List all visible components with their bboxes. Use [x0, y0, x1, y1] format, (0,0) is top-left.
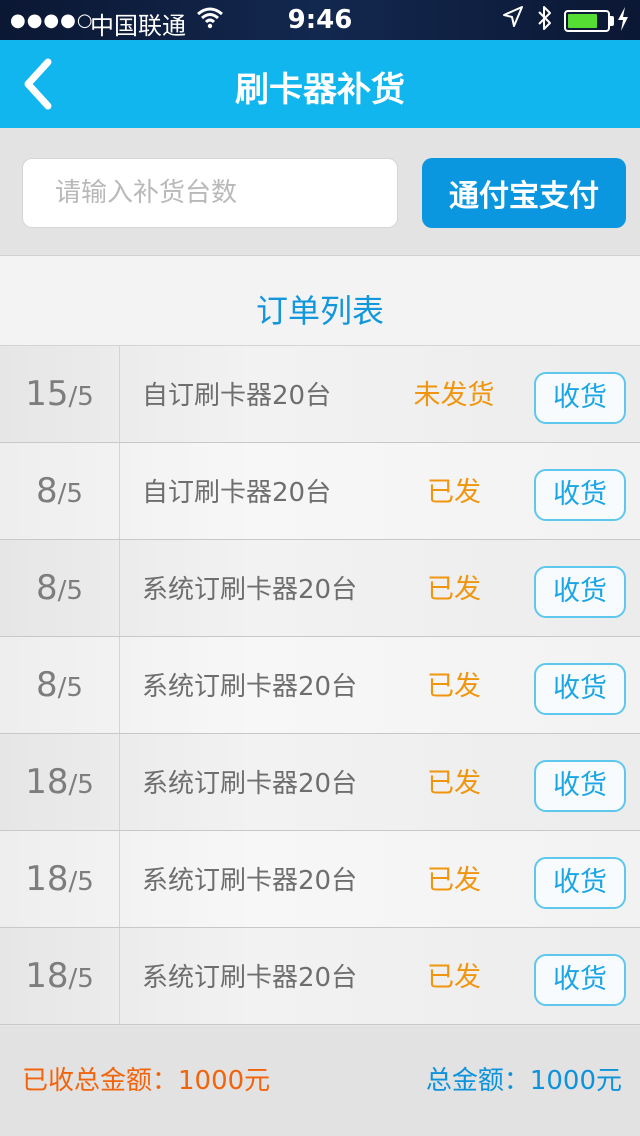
receive-button[interactable]: 收货	[534, 857, 626, 909]
date-separator: /	[68, 382, 78, 412]
tongfubao-pay-button[interactable]: 通付宝支付	[422, 158, 626, 228]
order-status: 已发	[427, 865, 481, 896]
status-bar: ●●●●○ 中国联通 9:46	[0, 0, 640, 40]
order-product: 系统订刷卡器20台	[142, 672, 358, 702]
date-separator: /	[68, 867, 78, 897]
order-status: 已发	[427, 768, 481, 799]
receive-button[interactable]: 收货	[534, 954, 626, 1006]
order-list-title: 订单列表	[255, 292, 384, 330]
charging-bolt-icon	[616, 6, 630, 38]
navigation-bar: 刷卡器补货	[0, 40, 640, 128]
order-month: 5	[66, 576, 83, 606]
battery-tip	[610, 16, 614, 26]
order-date: 18/5	[0, 928, 120, 1024]
order-day: 8	[36, 471, 58, 511]
order-month: 5	[77, 964, 94, 994]
order-day: 8	[36, 665, 58, 705]
date-separator: /	[68, 770, 78, 800]
order-row: 18/5 系统订刷卡器20台 已发 收货	[0, 831, 640, 928]
totals-footer: 已收总金额：1000元 总金额：1000元	[0, 1026, 640, 1136]
received-total-amount: 已收总金额：1000元	[22, 1066, 271, 1096]
order-product: 系统订刷卡器20台	[142, 575, 358, 605]
receive-button[interactable]: 收货	[534, 469, 626, 521]
order-date: 18/5	[0, 734, 120, 830]
order-month: 5	[77, 770, 94, 800]
order-date: 8/5	[0, 637, 120, 733]
receive-button[interactable]: 收货	[534, 566, 626, 618]
order-date: 8/5	[0, 540, 120, 636]
order-list: 15/5 自订刷卡器20台 未发货 收货 8/5 自订刷卡器20台 已发 收货 …	[0, 346, 640, 1025]
order-day: 15	[25, 374, 69, 414]
order-list-header: 订单列表	[0, 256, 640, 346]
battery-level	[568, 14, 597, 28]
order-product: 系统订刷卡器20台	[142, 963, 358, 993]
order-day: 8	[36, 568, 58, 608]
order-row: 8/5 自订刷卡器20台 已发 收货	[0, 443, 640, 540]
page-title: 刷卡器补货	[235, 70, 405, 110]
battery-icon	[564, 10, 610, 32]
order-row: 15/5 自订刷卡器20台 未发货 收货	[0, 346, 640, 443]
order-product: 自订刷卡器20台	[142, 478, 332, 508]
order-status: 已发	[427, 477, 481, 508]
order-status: 未发货	[413, 380, 495, 411]
order-date: 15/5	[0, 346, 120, 442]
order-row: 18/5 系统订刷卡器20台 已发 收货	[0, 928, 640, 1025]
order-month: 5	[66, 479, 83, 509]
restock-form: 通付宝支付	[0, 128, 640, 256]
order-row: 8/5 系统订刷卡器20台 已发 收货	[0, 540, 640, 637]
order-status: 已发	[427, 574, 481, 605]
order-product: 系统订刷卡器20台	[142, 866, 358, 896]
order-month: 5	[77, 867, 94, 897]
receive-button[interactable]: 收货	[534, 372, 626, 424]
bluetooth-icon	[536, 4, 554, 38]
order-date: 18/5	[0, 831, 120, 927]
date-separator: /	[68, 964, 78, 994]
receive-button[interactable]: 收货	[534, 663, 626, 715]
order-product: 系统订刷卡器20台	[142, 769, 358, 799]
grand-total-amount: 总金额：1000元	[425, 1066, 622, 1096]
order-month: 5	[77, 382, 94, 412]
order-date: 8/5	[0, 443, 120, 539]
location-arrow-icon	[502, 5, 524, 35]
order-row: 8/5 系统订刷卡器20台 已发 收货	[0, 637, 640, 734]
order-status: 已发	[427, 671, 481, 702]
receive-button[interactable]: 收货	[534, 760, 626, 812]
order-day: 18	[25, 762, 69, 802]
order-status: 已发	[427, 962, 481, 993]
order-row: 18/5 系统订刷卡器20台 已发 收货	[0, 734, 640, 831]
restock-quantity-input[interactable]	[22, 158, 398, 228]
order-product: 自订刷卡器20台	[142, 381, 332, 411]
order-day: 18	[25, 859, 69, 899]
order-day: 18	[25, 956, 69, 996]
order-month: 5	[66, 673, 83, 703]
